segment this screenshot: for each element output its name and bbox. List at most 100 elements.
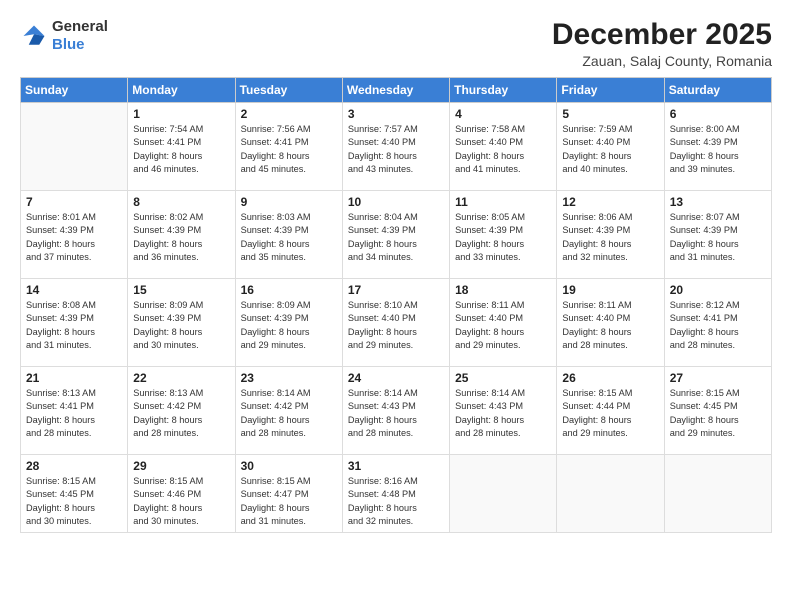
day-number: 31 bbox=[348, 459, 444, 473]
main-title: December 2025 bbox=[552, 18, 772, 51]
calendar-cell: 10 Sunrise: 8:04 AMSunset: 4:39 PMDaylig… bbox=[342, 191, 449, 279]
day-number: 7 bbox=[26, 195, 122, 209]
calendar-cell: 28 Sunrise: 8:15 AMSunset: 4:45 PMDaylig… bbox=[21, 455, 128, 533]
cell-info: Sunrise: 8:14 AMSunset: 4:42 PMDaylight:… bbox=[241, 388, 311, 438]
calendar-cell: 7 Sunrise: 8:01 AMSunset: 4:39 PMDayligh… bbox=[21, 191, 128, 279]
calendar-cell bbox=[21, 103, 128, 191]
cell-info: Sunrise: 8:13 AMSunset: 4:41 PMDaylight:… bbox=[26, 388, 96, 438]
cell-info: Sunrise: 8:09 AMSunset: 4:39 PMDaylight:… bbox=[133, 300, 203, 350]
weekday-header: Sunday bbox=[21, 78, 128, 103]
cell-info: Sunrise: 8:04 AMSunset: 4:39 PMDaylight:… bbox=[348, 212, 418, 262]
cell-info: Sunrise: 8:13 AMSunset: 4:42 PMDaylight:… bbox=[133, 388, 203, 438]
cell-info: Sunrise: 7:57 AMSunset: 4:40 PMDaylight:… bbox=[348, 124, 418, 174]
day-number: 19 bbox=[562, 283, 658, 297]
day-number: 23 bbox=[241, 371, 337, 385]
calendar-cell: 24 Sunrise: 8:14 AMSunset: 4:43 PMDaylig… bbox=[342, 367, 449, 455]
day-number: 8 bbox=[133, 195, 229, 209]
day-number: 18 bbox=[455, 283, 551, 297]
day-number: 5 bbox=[562, 107, 658, 121]
calendar-cell: 3 Sunrise: 7:57 AMSunset: 4:40 PMDayligh… bbox=[342, 103, 449, 191]
calendar-cell: 21 Sunrise: 8:13 AMSunset: 4:41 PMDaylig… bbox=[21, 367, 128, 455]
day-number: 3 bbox=[348, 107, 444, 121]
cell-info: Sunrise: 8:15 AMSunset: 4:46 PMDaylight:… bbox=[133, 476, 203, 526]
calendar-cell: 14 Sunrise: 8:08 AMSunset: 4:39 PMDaylig… bbox=[21, 279, 128, 367]
logo-icon bbox=[20, 22, 48, 50]
calendar-cell: 25 Sunrise: 8:14 AMSunset: 4:43 PMDaylig… bbox=[450, 367, 557, 455]
page: General Blue December 2025 Zauan, Salaj … bbox=[0, 0, 792, 612]
day-number: 11 bbox=[455, 195, 551, 209]
cell-info: Sunrise: 8:15 AMSunset: 4:47 PMDaylight:… bbox=[241, 476, 311, 526]
cell-info: Sunrise: 8:10 AMSunset: 4:40 PMDaylight:… bbox=[348, 300, 418, 350]
calendar-cell: 4 Sunrise: 7:58 AMSunset: 4:40 PMDayligh… bbox=[450, 103, 557, 191]
cell-info: Sunrise: 7:54 AMSunset: 4:41 PMDaylight:… bbox=[133, 124, 203, 174]
day-number: 26 bbox=[562, 371, 658, 385]
title-block: December 2025 Zauan, Salaj County, Roman… bbox=[552, 18, 772, 69]
day-number: 4 bbox=[455, 107, 551, 121]
cell-info: Sunrise: 8:14 AMSunset: 4:43 PMDaylight:… bbox=[348, 388, 418, 438]
cell-info: Sunrise: 7:58 AMSunset: 4:40 PMDaylight:… bbox=[455, 124, 525, 174]
cell-info: Sunrise: 7:56 AMSunset: 4:41 PMDaylight:… bbox=[241, 124, 311, 174]
calendar-week-row: 14 Sunrise: 8:08 AMSunset: 4:39 PMDaylig… bbox=[21, 279, 772, 367]
cell-info: Sunrise: 8:01 AMSunset: 4:39 PMDaylight:… bbox=[26, 212, 96, 262]
header: General Blue December 2025 Zauan, Salaj … bbox=[20, 18, 772, 69]
calendar-cell: 2 Sunrise: 7:56 AMSunset: 4:41 PMDayligh… bbox=[235, 103, 342, 191]
calendar-cell: 8 Sunrise: 8:02 AMSunset: 4:39 PMDayligh… bbox=[128, 191, 235, 279]
cell-info: Sunrise: 8:16 AMSunset: 4:48 PMDaylight:… bbox=[348, 476, 418, 526]
calendar-cell: 15 Sunrise: 8:09 AMSunset: 4:39 PMDaylig… bbox=[128, 279, 235, 367]
day-number: 28 bbox=[26, 459, 122, 473]
day-number: 22 bbox=[133, 371, 229, 385]
day-number: 15 bbox=[133, 283, 229, 297]
cell-info: Sunrise: 8:15 AMSunset: 4:45 PMDaylight:… bbox=[670, 388, 740, 438]
calendar-cell: 27 Sunrise: 8:15 AMSunset: 4:45 PMDaylig… bbox=[664, 367, 771, 455]
cell-info: Sunrise: 8:14 AMSunset: 4:43 PMDaylight:… bbox=[455, 388, 525, 438]
day-number: 9 bbox=[241, 195, 337, 209]
weekday-header: Saturday bbox=[664, 78, 771, 103]
calendar-week-row: 7 Sunrise: 8:01 AMSunset: 4:39 PMDayligh… bbox=[21, 191, 772, 279]
day-number: 27 bbox=[670, 371, 766, 385]
calendar-week-row: 1 Sunrise: 7:54 AMSunset: 4:41 PMDayligh… bbox=[21, 103, 772, 191]
calendar-cell: 1 Sunrise: 7:54 AMSunset: 4:41 PMDayligh… bbox=[128, 103, 235, 191]
cell-info: Sunrise: 8:00 AMSunset: 4:39 PMDaylight:… bbox=[670, 124, 740, 174]
day-number: 14 bbox=[26, 283, 122, 297]
calendar-table: SundayMondayTuesdayWednesdayThursdayFrid… bbox=[20, 77, 772, 533]
cell-info: Sunrise: 8:15 AMSunset: 4:44 PMDaylight:… bbox=[562, 388, 632, 438]
calendar-cell: 13 Sunrise: 8:07 AMSunset: 4:39 PMDaylig… bbox=[664, 191, 771, 279]
cell-info: Sunrise: 8:03 AMSunset: 4:39 PMDaylight:… bbox=[241, 212, 311, 262]
calendar-cell: 29 Sunrise: 8:15 AMSunset: 4:46 PMDaylig… bbox=[128, 455, 235, 533]
day-number: 16 bbox=[241, 283, 337, 297]
day-number: 13 bbox=[670, 195, 766, 209]
calendar-cell: 19 Sunrise: 8:11 AMSunset: 4:40 PMDaylig… bbox=[557, 279, 664, 367]
weekday-header: Tuesday bbox=[235, 78, 342, 103]
day-number: 6 bbox=[670, 107, 766, 121]
day-number: 12 bbox=[562, 195, 658, 209]
day-number: 1 bbox=[133, 107, 229, 121]
calendar-cell: 26 Sunrise: 8:15 AMSunset: 4:44 PMDaylig… bbox=[557, 367, 664, 455]
calendar-cell: 22 Sunrise: 8:13 AMSunset: 4:42 PMDaylig… bbox=[128, 367, 235, 455]
calendar-week-row: 21 Sunrise: 8:13 AMSunset: 4:41 PMDaylig… bbox=[21, 367, 772, 455]
day-number: 2 bbox=[241, 107, 337, 121]
day-number: 24 bbox=[348, 371, 444, 385]
calendar-cell: 31 Sunrise: 8:16 AMSunset: 4:48 PMDaylig… bbox=[342, 455, 449, 533]
calendar-cell: 5 Sunrise: 7:59 AMSunset: 4:40 PMDayligh… bbox=[557, 103, 664, 191]
day-number: 29 bbox=[133, 459, 229, 473]
day-number: 30 bbox=[241, 459, 337, 473]
weekday-header: Wednesday bbox=[342, 78, 449, 103]
weekday-header: Thursday bbox=[450, 78, 557, 103]
calendar-cell: 16 Sunrise: 8:09 AMSunset: 4:39 PMDaylig… bbox=[235, 279, 342, 367]
subtitle: Zauan, Salaj County, Romania bbox=[552, 53, 772, 69]
day-number: 21 bbox=[26, 371, 122, 385]
calendar-cell: 11 Sunrise: 8:05 AMSunset: 4:39 PMDaylig… bbox=[450, 191, 557, 279]
logo-blue: Blue bbox=[52, 36, 85, 53]
weekday-header: Friday bbox=[557, 78, 664, 103]
cell-info: Sunrise: 8:12 AMSunset: 4:41 PMDaylight:… bbox=[670, 300, 740, 350]
calendar-week-row: 28 Sunrise: 8:15 AMSunset: 4:45 PMDaylig… bbox=[21, 455, 772, 533]
cell-info: Sunrise: 8:09 AMSunset: 4:39 PMDaylight:… bbox=[241, 300, 311, 350]
day-number: 25 bbox=[455, 371, 551, 385]
calendar-cell bbox=[450, 455, 557, 533]
calendar-cell: 6 Sunrise: 8:00 AMSunset: 4:39 PMDayligh… bbox=[664, 103, 771, 191]
cell-info: Sunrise: 7:59 AMSunset: 4:40 PMDaylight:… bbox=[562, 124, 632, 174]
logo: General Blue bbox=[20, 18, 108, 54]
cell-info: Sunrise: 8:02 AMSunset: 4:39 PMDaylight:… bbox=[133, 212, 203, 262]
day-number: 17 bbox=[348, 283, 444, 297]
day-number: 20 bbox=[670, 283, 766, 297]
